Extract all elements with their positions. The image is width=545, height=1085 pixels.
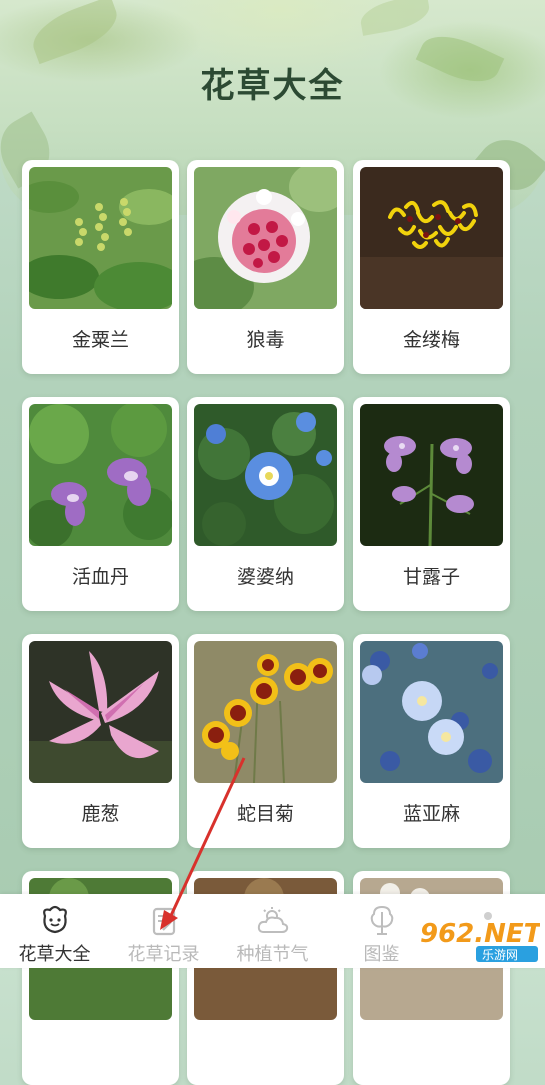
plant-photo xyxy=(29,404,172,546)
plant-photo xyxy=(29,167,172,309)
leaf-decoration xyxy=(357,0,433,36)
plant-name: 金缕梅 xyxy=(402,329,460,351)
notebook-icon xyxy=(152,907,176,936)
plant-name: 活血丹 xyxy=(71,566,129,588)
plant-card[interactable]: 蛇目菊 xyxy=(187,634,344,848)
plant-card[interactable]: 金粟兰 xyxy=(22,160,179,374)
plant-card[interactable]: 蓝亚麻 xyxy=(353,634,510,848)
plant-photo xyxy=(360,167,503,309)
plant-photo xyxy=(360,404,503,546)
tab-label: 种植节气 xyxy=(236,944,309,965)
leaf-decoration xyxy=(25,0,125,65)
plant-book-icon xyxy=(370,905,394,935)
plant-name: 蛇目菊 xyxy=(236,803,294,825)
plant-name: 蓝亚麻 xyxy=(402,803,460,825)
svg-text:962.NET: 962.NET xyxy=(420,919,540,949)
watermark-logo: 962.NET 乐游网 xyxy=(420,912,544,962)
plant-name: 婆婆纳 xyxy=(236,566,294,588)
plant-card[interactable]: 鹿葱 xyxy=(22,634,179,848)
tab-label: 花草大全 xyxy=(18,944,91,965)
plant-card[interactable]: 婆婆纳 xyxy=(187,397,344,611)
weather-cloud-icon xyxy=(257,907,289,933)
plant-card[interactable]: 活血丹 xyxy=(22,397,179,611)
plant-card[interactable]: 甘露子 xyxy=(353,397,510,611)
plant-photo xyxy=(194,404,337,546)
plant-name: 甘露子 xyxy=(402,566,460,588)
plant-photo xyxy=(360,641,503,783)
site-watermark: 962.NET 乐游网 xyxy=(418,912,544,964)
tab-plant-encyclopedia[interactable]: 花草大全 xyxy=(0,894,109,968)
plant-photo xyxy=(194,167,337,309)
page-title: 花草大全 xyxy=(200,66,345,106)
tab-plant-records[interactable]: 花草记录 xyxy=(109,894,218,968)
plant-photo xyxy=(29,641,172,783)
plant-card[interactable]: 狼毒 xyxy=(187,160,344,374)
svg-text:乐游网: 乐游网 xyxy=(482,948,518,962)
tab-planting-seasons[interactable]: 种植节气 xyxy=(218,894,327,968)
tab-label: 花草记录 xyxy=(127,944,200,965)
plant-card[interactable]: 金缕梅 xyxy=(353,160,510,374)
plant-photo xyxy=(194,641,337,783)
plant-name: 金粟兰 xyxy=(71,329,129,351)
plant-name: 狼毒 xyxy=(246,329,285,351)
flower-face-icon xyxy=(43,905,67,934)
plant-name: 鹿葱 xyxy=(81,803,120,825)
